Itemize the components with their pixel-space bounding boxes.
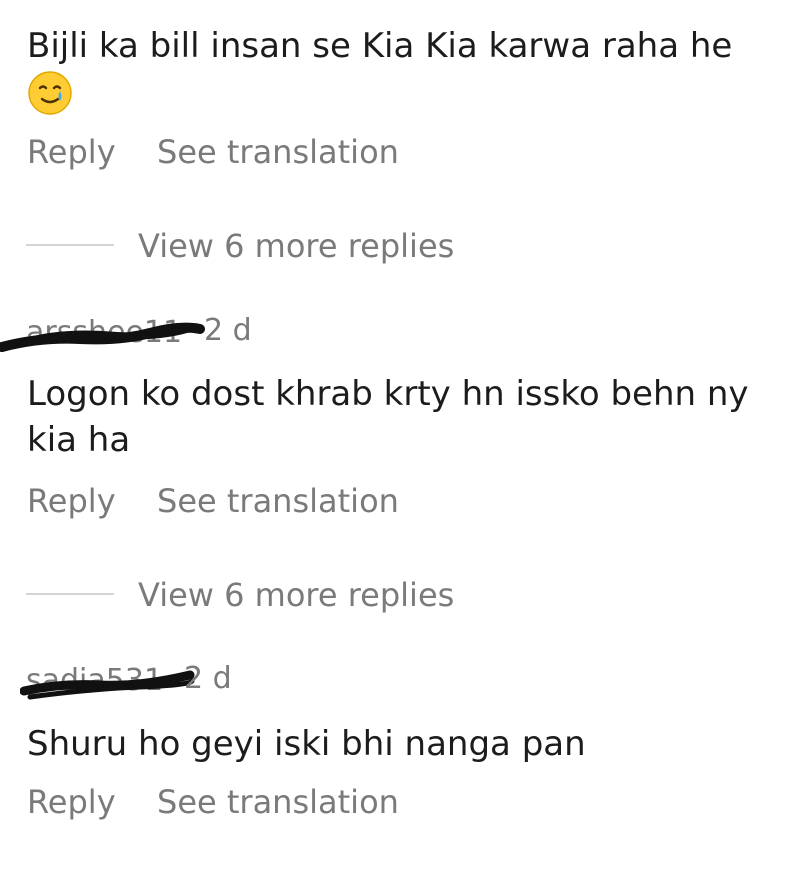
comment-item: sadia531 2 d Shuru ho geyi iski bhi nang… bbox=[0, 645, 810, 869]
see-translation-button[interactable]: See translation bbox=[157, 783, 399, 821]
comment-item: arsshee11 2 d Logon ko dost khrab krty h… bbox=[0, 295, 810, 625]
view-more-replies-button[interactable]: View 6 more replies bbox=[138, 227, 454, 265]
comment-text: Shuru ho geyi iski bhi nanga pan bbox=[27, 724, 586, 764]
comment-text: Bijli ka bill insan se Kia Kia karwa rah… bbox=[27, 26, 733, 66]
smiling-tear-emoji-icon bbox=[27, 70, 73, 116]
comment-timestamp: 2 d bbox=[184, 661, 232, 696]
reply-button[interactable]: Reply bbox=[27, 783, 116, 821]
reply-button[interactable]: Reply bbox=[27, 133, 116, 171]
reply-button[interactable]: Reply bbox=[27, 482, 116, 520]
replies-divider-line bbox=[26, 244, 114, 246]
see-translation-button[interactable]: See translation bbox=[157, 482, 399, 520]
comment-text-line-2: kia ha bbox=[27, 420, 131, 460]
replies-divider-line bbox=[26, 593, 114, 595]
comment-item: Bijli ka bill insan se Kia Kia karwa rah… bbox=[0, 0, 810, 280]
username-link[interactable]: arsshee11 bbox=[26, 315, 182, 350]
comment-text-line-1: Logon ko dost khrab krty hn issko behn n… bbox=[27, 374, 749, 414]
comment-header: arsshee11 bbox=[0, 313, 205, 357]
comment-header: sadia531 bbox=[0, 661, 205, 705]
username-link[interactable]: sadia531 bbox=[26, 663, 163, 698]
comment-timestamp: 2 d bbox=[204, 313, 252, 348]
view-more-replies-button[interactable]: View 6 more replies bbox=[138, 576, 454, 614]
see-translation-button[interactable]: See translation bbox=[157, 133, 399, 171]
